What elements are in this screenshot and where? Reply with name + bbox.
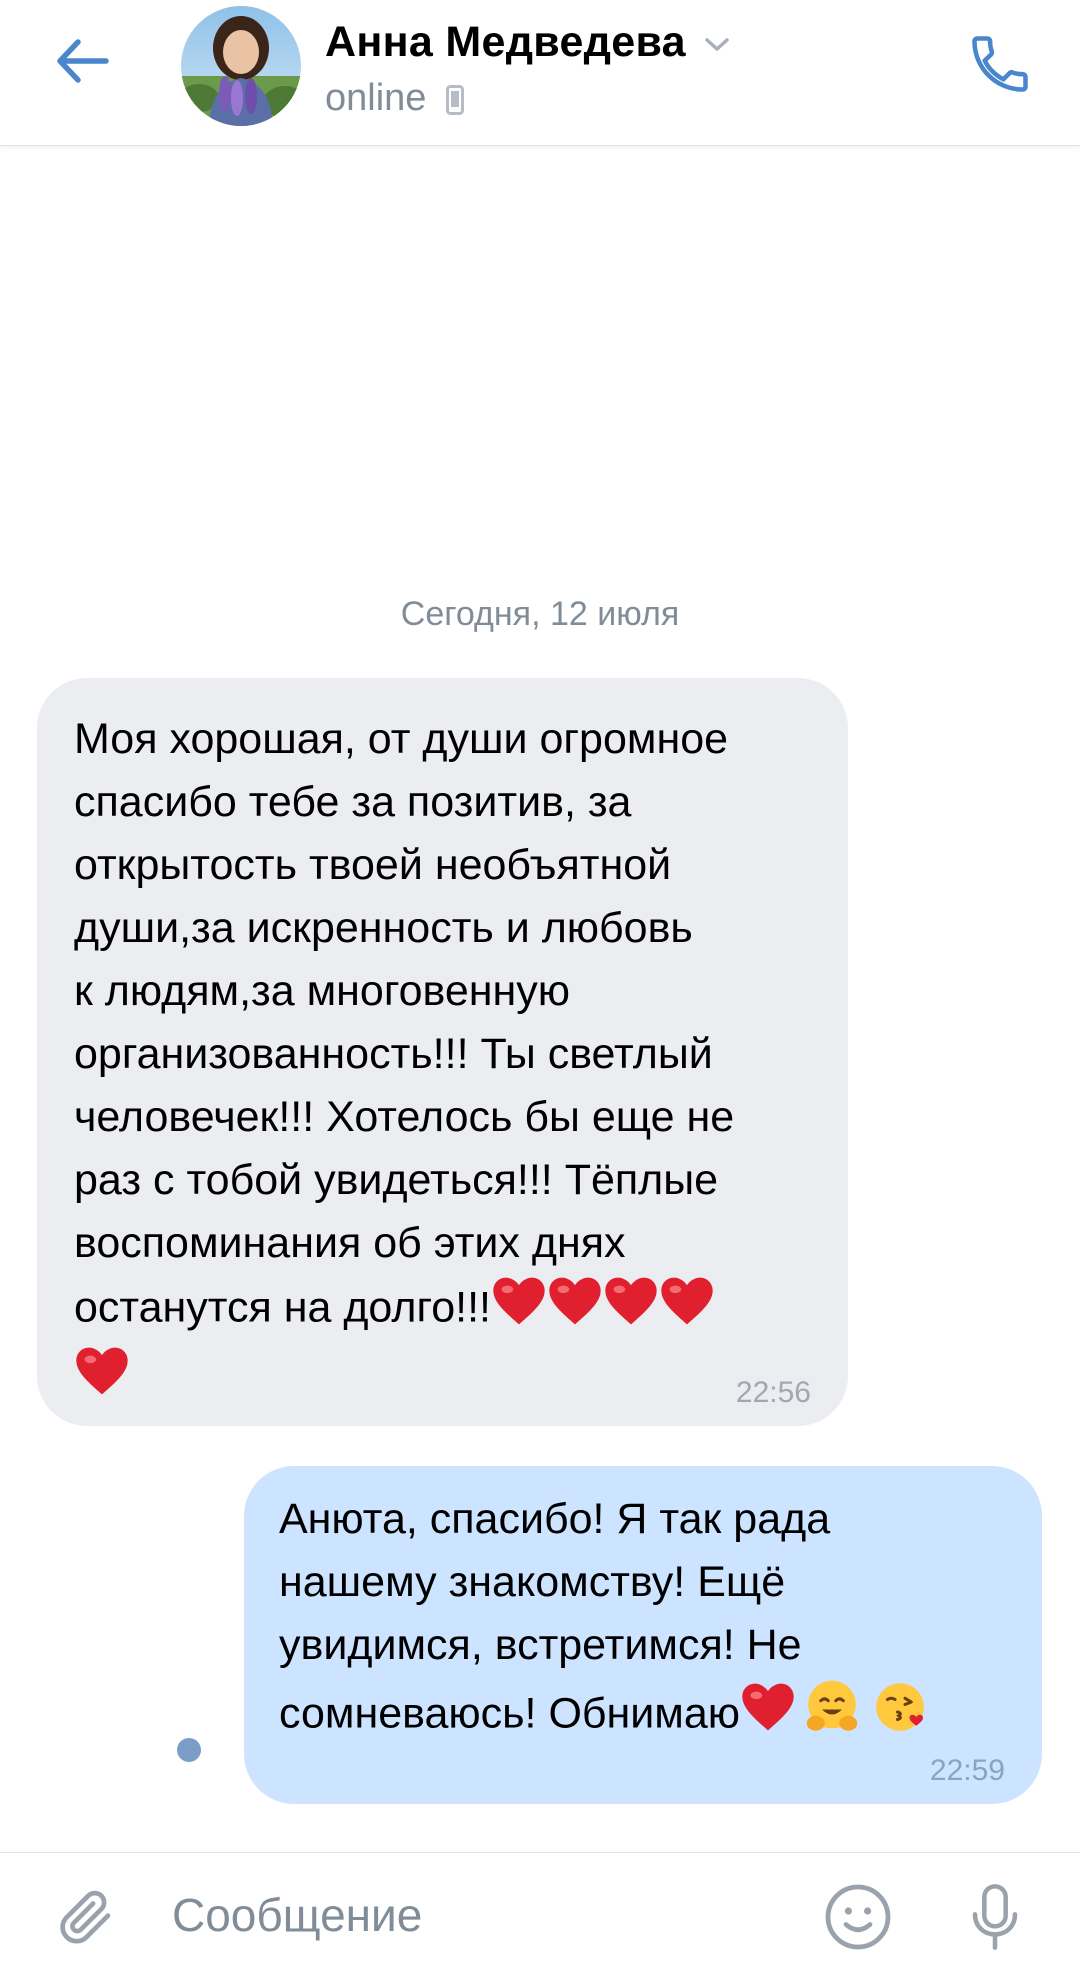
red-heart-emoji [603, 1275, 659, 1345]
face-blowing-kiss-emoji [870, 1677, 930, 1755]
message-text: Моя хорошая, от души огромное спасибо те… [74, 708, 834, 1415]
phone-icon [972, 36, 1028, 92]
hugging-face-emoji [802, 1677, 862, 1755]
message-time: 22:56 [735, 1376, 811, 1409]
message-input[interactable] [160, 1875, 804, 1955]
back-button[interactable] [44, 25, 120, 97]
red-heart-emoji [659, 1275, 715, 1345]
date-separator: Сегодня, 12 июля [400, 595, 680, 633]
red-heart-emoji [74, 1345, 130, 1415]
smiley-icon [825, 1884, 891, 1950]
incoming-message[interactable]: Моя хорошая, от души огромное спасибо те… [37, 678, 848, 1426]
mobile-phone-icon [446, 85, 465, 115]
chat-header: Анна Медведева online [0, 0, 1080, 146]
avatar[interactable] [181, 6, 301, 126]
red-heart-emoji [740, 1681, 796, 1751]
message-text: Анюта, спасибо! Я так рада нашему знаком… [279, 1488, 1019, 1755]
message-body: Моя хорошая, от души огромное спасибо те… [74, 715, 735, 1332]
avatar-photo [181, 6, 301, 126]
contact-info[interactable]: Анна Медведева online [325, 14, 825, 126]
red-heart-emoji [491, 1275, 547, 1345]
attach-button[interactable] [48, 1879, 124, 1955]
paperclip-icon [60, 1890, 111, 1944]
microphone-icon [972, 1884, 1018, 1950]
unread-indicator [177, 1738, 201, 1762]
outgoing-message[interactable]: Анюта, спасибо! Я так рада нашему знаком… [244, 1466, 1042, 1804]
message-composer [0, 1852, 1080, 1979]
chevron-down-icon [705, 38, 729, 51]
arrow-left-icon [57, 39, 109, 83]
online-status: online [325, 76, 427, 119]
voice-message-button[interactable] [955, 1877, 1035, 1957]
message-time: 22:59 [929, 1754, 1005, 1787]
red-heart-emoji [547, 1275, 603, 1345]
emoji-button[interactable] [818, 1877, 898, 1957]
call-button[interactable] [960, 24, 1040, 104]
contact-name: Анна Медведева [325, 17, 686, 66]
